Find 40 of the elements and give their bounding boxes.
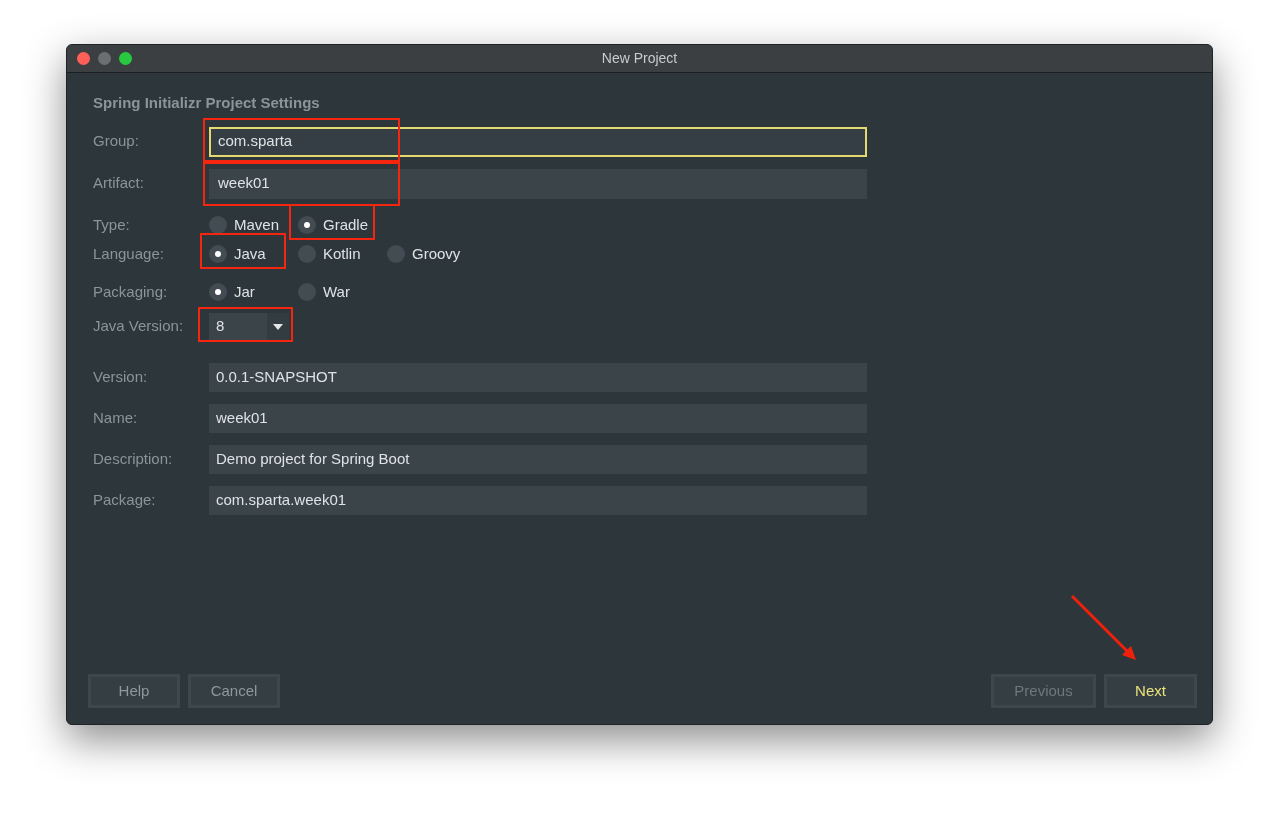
window-title: New Project [601, 49, 678, 68]
radio-button[interactable] [209, 283, 227, 301]
text-field[interactable]: Demo project for Spring Boot [209, 444, 867, 474]
text-field[interactable]: week01 [209, 403, 867, 433]
text-field[interactable]: com.sparta.week01 [209, 485, 867, 515]
radio-option[interactable]: Kotlin [298, 242, 387, 266]
field-label: Language: [93, 243, 165, 264]
section-heading: Spring Initializr Project Settings [93, 93, 321, 113]
radio-button[interactable] [298, 245, 316, 263]
radio-button[interactable] [387, 245, 405, 263]
text-field[interactable]: com.sparta [209, 126, 867, 157]
field-label: Artifact: [93, 173, 145, 194]
text-field[interactable]: 0.0.1-SNAPSHOT [209, 362, 867, 392]
radio-button[interactable] [298, 283, 316, 301]
radio-option[interactable]: Maven [209, 213, 298, 237]
field-label: Name: [93, 407, 139, 428]
field-label: Group: [93, 131, 140, 152]
field-label: Description: [93, 448, 174, 469]
close-icon[interactable] [77, 52, 90, 65]
field-label: Packaging: [93, 281, 169, 302]
field-label: Type: [93, 214, 131, 235]
dialog-button[interactable]: Next [1104, 674, 1197, 708]
maximize-icon[interactable] [119, 52, 132, 65]
field-label: Version: [93, 366, 149, 387]
field-label: Package: [93, 489, 157, 510]
radio-option[interactable]: Java [209, 242, 298, 266]
radio-option[interactable]: Groovy [387, 242, 476, 266]
dialog-button[interactable]: Help [88, 674, 180, 708]
field-label: Java Version: [93, 316, 185, 337]
radio-option[interactable]: Jar [209, 280, 298, 304]
dialog-button[interactable]: Cancel [188, 674, 280, 708]
radio-button[interactable] [298, 216, 316, 234]
minimize-icon[interactable] [98, 52, 111, 65]
radio-button[interactable] [209, 245, 227, 263]
radio-button[interactable] [209, 216, 227, 234]
text-field[interactable]: week01 [209, 168, 867, 199]
caret-icon [273, 323, 283, 330]
radio-option[interactable]: Gradle [298, 213, 387, 237]
radio-option[interactable]: War [298, 280, 387, 304]
version-dropdown[interactable]: 8 [209, 312, 289, 341]
